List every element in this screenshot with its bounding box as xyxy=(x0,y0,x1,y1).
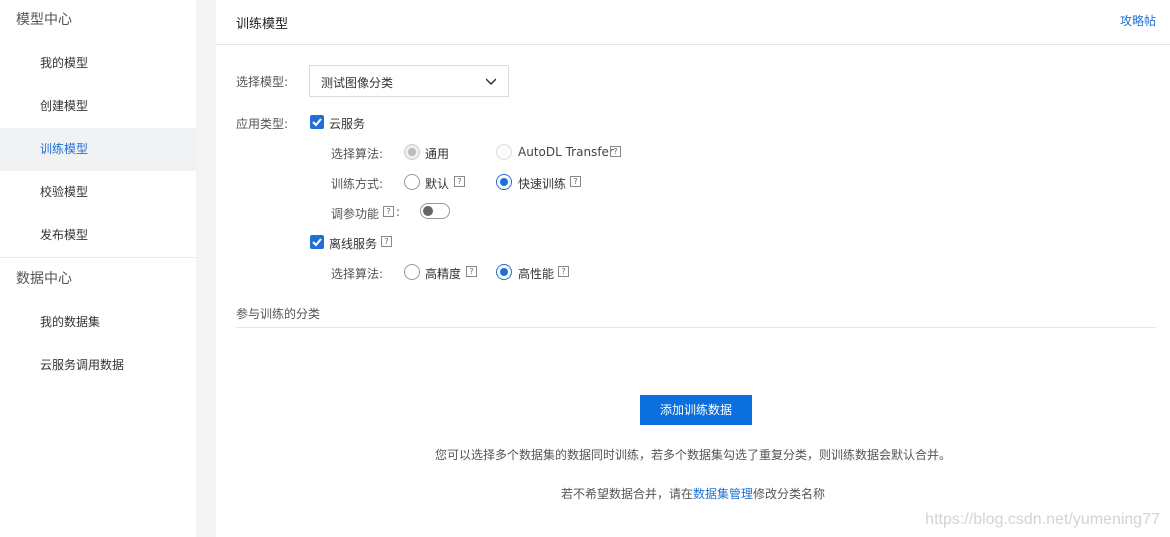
watermark: https://blog.csdn.net/yumening77 xyxy=(925,511,1160,528)
offline-algo-performance-radio[interactable] xyxy=(496,264,512,280)
cloud-algo-label: 选择算法: xyxy=(331,147,384,161)
check-icon xyxy=(312,118,322,127)
help-icon[interactable]: ? xyxy=(383,206,394,217)
train-mode-fast-label: 快速训练 xyxy=(518,177,567,191)
cloud-algo-autodl-radio[interactable] xyxy=(496,144,512,160)
dataset-management-link[interactable]: 数据集管理 xyxy=(693,487,753,501)
sidebar: 模型中心 我的模型 创建模型 训练模型 校验模型 发布模型 数据中心 我的数据集… xyxy=(0,0,196,537)
rename-hint: 若不希望数据合并，请在数据集管理修改分类名称 xyxy=(216,485,1170,502)
cloud-service-label: 云服务 xyxy=(329,117,366,131)
tune-colon: : xyxy=(396,205,401,219)
sidebar-item-my-datasets[interactable]: 我的数据集 xyxy=(0,301,196,344)
train-mode-fast-radio[interactable] xyxy=(496,174,512,190)
check-icon xyxy=(312,238,322,247)
help-icon[interactable]: ? xyxy=(466,266,477,277)
help-icon[interactable]: ? xyxy=(454,176,465,187)
sidebar-group-data-center: 数据中心 xyxy=(16,271,72,287)
sidebar-item-train-model[interactable]: 训练模型 xyxy=(0,128,196,171)
main-panel: 训练模型 攻略帖 选择模型: 测试图像分类 应用类型: 云服务 选择算法: 通用… xyxy=(216,0,1170,537)
section-divider xyxy=(236,327,1156,328)
tune-toggle[interactable] xyxy=(420,203,450,219)
rename-hint-suffix: 修改分类名称 xyxy=(753,487,826,501)
train-mode-default-label: 默认 xyxy=(425,177,450,191)
offline-algo-precision-label: 高精度 xyxy=(425,267,462,281)
page-title: 训练模型 xyxy=(236,17,289,32)
cloud-algo-general-label: 通用 xyxy=(425,147,450,161)
train-mode-default-radio[interactable] xyxy=(404,174,420,190)
sidebar-group-model-center: 模型中心 xyxy=(16,12,72,28)
chevron-down-icon xyxy=(486,78,496,86)
offline-service-label: 离线服务 xyxy=(329,237,378,251)
cloud-service-checkbox[interactable] xyxy=(310,115,324,129)
offline-algo-performance-label: 高性能 xyxy=(518,267,555,281)
tune-label: 调参功能 xyxy=(331,207,380,221)
page-header: 训练模型 攻略帖 xyxy=(216,0,1170,45)
sidebar-item-cloud-call-data[interactable]: 云服务调用数据 xyxy=(0,344,196,387)
sidebar-item-validate-model[interactable]: 校验模型 xyxy=(0,171,196,214)
sidebar-item-create-model[interactable]: 创建模型 xyxy=(0,85,196,128)
cloud-algo-general-radio[interactable] xyxy=(404,144,420,160)
offline-service-checkbox[interactable] xyxy=(310,235,324,249)
offline-algo-precision-radio[interactable] xyxy=(404,264,420,280)
help-icon[interactable]: ? xyxy=(570,176,581,187)
train-mode-label: 训练方式: xyxy=(331,177,384,191)
app-type-label: 应用类型: xyxy=(236,117,289,131)
add-training-data-button[interactable]: 添加训练数据 xyxy=(640,395,752,425)
help-icon[interactable]: ? xyxy=(558,266,569,277)
categories-section-label: 参与训练的分类 xyxy=(236,307,321,321)
rename-hint-prefix: 若不希望数据合并，请在 xyxy=(560,487,693,501)
merge-info-text: 您可以选择多个数据集的数据同时训练，若多个数据集勾选了重复分类，则训练数据会默认… xyxy=(434,448,951,462)
sidebar-item-my-models[interactable]: 我的模型 xyxy=(0,42,196,85)
sidebar-item-publish-model[interactable]: 发布模型 xyxy=(0,214,196,257)
model-select[interactable]: 测试图像分类 xyxy=(309,65,509,97)
help-icon[interactable]: ? xyxy=(610,146,621,157)
cloud-algo-autodl-label: AutoDL Transfer xyxy=(518,145,614,159)
model-select-value: 测试图像分类 xyxy=(321,76,394,90)
offline-algo-label: 选择算法: xyxy=(331,267,384,281)
model-label: 选择模型: xyxy=(236,75,289,89)
guide-link[interactable]: 攻略帖 xyxy=(1120,12,1156,29)
help-icon[interactable]: ? xyxy=(381,236,392,247)
